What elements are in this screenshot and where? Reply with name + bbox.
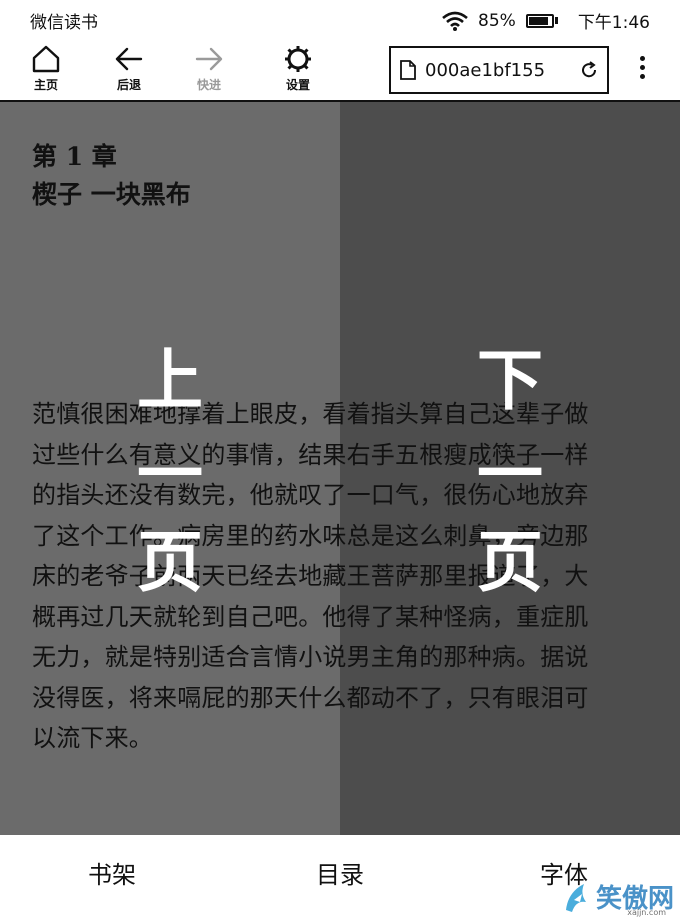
chapter-header: 第 1 章 楔子 一块黑布 — [32, 138, 191, 214]
text-line: 以流下来。 — [32, 724, 153, 752]
home-label: 主页 — [33, 78, 58, 92]
back-button[interactable]: 后退 — [101, 44, 157, 96]
chapter-title: 楔子 一块黑布 — [32, 180, 191, 209]
text-line: 无力，就是特别适合言情小说男主角的那种病。据说 — [32, 643, 589, 671]
chapter-body: 范慎很困难地撑着上眼皮，看着指头算自己这辈子做 过些什么有意义的事情，结果右手五… — [32, 394, 652, 759]
text-line: 的指头还没有数完，他就叹了一口气，很伤心地放弃 — [32, 481, 589, 509]
settings-label: 设置 — [285, 78, 310, 92]
watermark-sub: xajjn.com — [627, 908, 666, 917]
status-indicators: 85% 下午1:46 — [442, 8, 650, 33]
url-bar[interactable]: 000ae1bf155 — [389, 46, 609, 94]
status-bar: 微信读书 85% 下午1:46 — [0, 0, 680, 36]
next-zone-char: 一 — [477, 436, 543, 513]
arrow-left-icon — [115, 47, 143, 71]
more-dot-icon — [639, 56, 645, 61]
forward-label: 快进 — [196, 78, 221, 92]
refresh-icon[interactable] — [579, 60, 599, 80]
status-app-name: 微信读书 — [30, 13, 98, 33]
wifi-icon — [442, 11, 468, 31]
status-time: 下午1:46 — [577, 13, 650, 33]
prev-zone-char: 页 — [137, 524, 203, 601]
text-line: 床的老爷子前两天已经去地藏王菩萨那里报道了，大 — [32, 562, 589, 590]
more-dot-icon — [639, 74, 645, 79]
gear-icon — [285, 46, 311, 72]
text-line: 概再过几天就轮到自己吧。他得了某种怪病，重症肌 — [32, 602, 589, 631]
next-zone-char: 页 — [477, 524, 543, 601]
battery-percent: 85% — [478, 10, 516, 31]
site-watermark: 笑傲网 xajjn.com — [562, 878, 674, 917]
arrow-right-icon — [195, 47, 223, 71]
next-zone-char: 下 — [477, 342, 543, 419]
forward-button[interactable]: 快进 — [181, 44, 237, 96]
url-text: 000ae1bf155 — [425, 59, 546, 81]
page-icon — [400, 60, 416, 80]
shark-logo-icon — [565, 883, 586, 912]
more-dot-icon — [639, 65, 645, 70]
home-button[interactable]: 主页 — [18, 44, 74, 96]
battery-icon — [525, 13, 558, 28]
reader-content: 第 1 章 楔子 一块黑布 范慎很困难地撑着上眼皮，看着指头算自己这辈子做 过些… — [0, 102, 680, 835]
settings-button[interactable]: 设置 — [270, 44, 326, 96]
text-line: 过些什么有意义的事情，结果右手五根瘦成筷子一样 — [32, 440, 589, 469]
chapter-number: 第 1 章 — [32, 142, 117, 171]
toc-button[interactable]: 目录 — [316, 855, 364, 890]
browser-toolbar: 主页 后退 快进 设置 000ae1bf155 — [0, 36, 680, 102]
prev-zone-char: 一 — [137, 436, 203, 513]
bottom-nav: 书架 目录 字体 笑傲网 xajjn.com — [0, 835, 680, 919]
text-line: 范慎很困难地撑着上眼皮，看着指头算自己这辈子做 — [32, 400, 589, 428]
bookshelf-button[interactable]: 书架 — [88, 855, 136, 890]
text-line: 没得医，将来嗝屁的那天什么都动不了，只有眼泪可 — [32, 683, 589, 712]
text-line: 了这个工作。病房里的药水味总是这么刺鼻，旁边那 — [32, 521, 589, 550]
prev-zone-char: 上 — [137, 342, 203, 419]
more-menu-button[interactable] — [630, 56, 654, 86]
back-label: 后退 — [116, 78, 141, 92]
home-icon — [32, 45, 60, 73]
